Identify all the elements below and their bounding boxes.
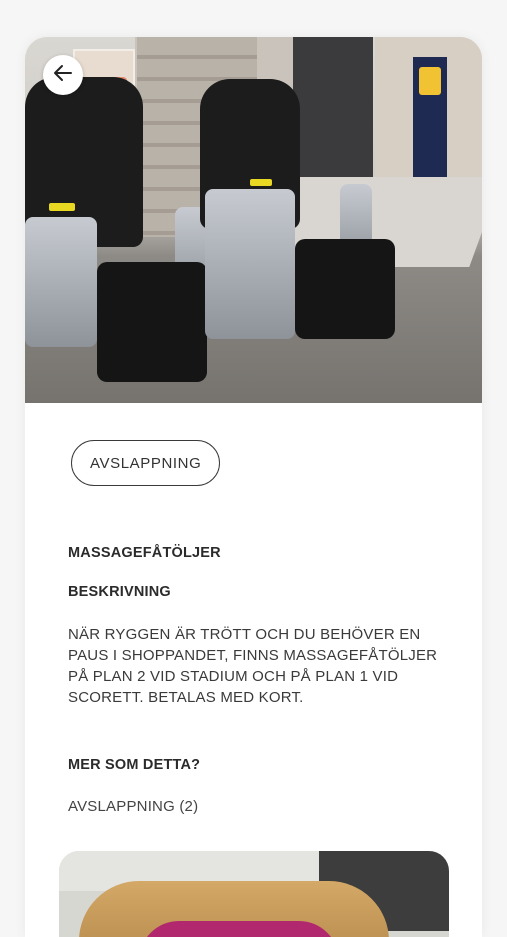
store-banner bbox=[413, 57, 447, 177]
category-tag[interactable]: AVSLAPPNING bbox=[71, 440, 221, 486]
hero-image bbox=[25, 37, 482, 403]
related-item-card[interactable] bbox=[59, 851, 449, 937]
detail-card: AVSLAPPNING MASSAGEFÅTÖLJER BESKRIVNING … bbox=[25, 37, 482, 937]
back-button[interactable] bbox=[43, 55, 83, 95]
related-category-link[interactable]: AVSLAPPNING (2) bbox=[68, 798, 198, 815]
item-title: MASSAGEFÅTÖLJER bbox=[68, 545, 221, 561]
arrow-left-icon bbox=[51, 61, 75, 90]
description-heading: BESKRIVNING bbox=[68, 584, 171, 600]
massage-chair-right bbox=[200, 79, 395, 339]
more-like-this-heading: MER SOM DETTA? bbox=[68, 757, 201, 773]
massage-chair-left bbox=[25, 77, 215, 382]
description-text: NÄR RYGGEN ÄR TRÖTT OCH DU BEHÖVER EN PA… bbox=[68, 626, 438, 706]
